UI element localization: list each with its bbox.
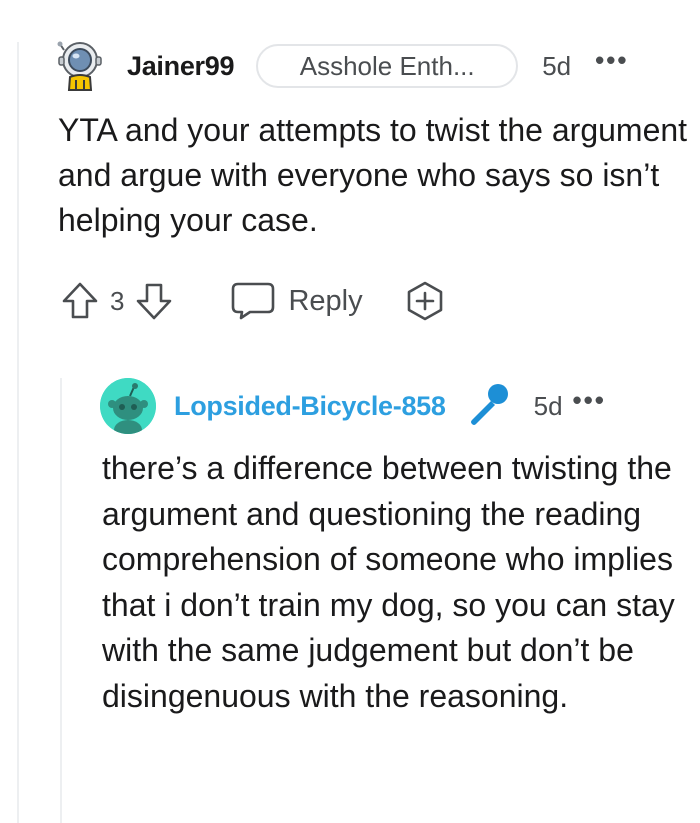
more-options-button[interactable]: ••• [573,387,606,413]
comment-body: YTA and your attempts to twist the argum… [58,112,688,238]
microphone-icon [470,383,508,425]
user-flair: Asshole Enth... [256,44,519,88]
reply-comment-header: Lopsided-Bicycle-858 5d ••• [100,378,606,434]
reply-thread-line[interactable] [60,378,62,823]
user-avatar[interactable] [55,40,105,92]
award-button[interactable] [403,279,447,323]
downvote-button[interactable] [132,279,176,323]
reply-button[interactable]: Reply [230,281,363,321]
comment-actions: 3 Reply [58,278,447,324]
comment-body: there’s a difference between twisting th… [102,450,675,714]
more-options-button[interactable]: ••• [595,47,628,73]
upvote-button[interactable] [58,279,102,323]
downvote-arrow-icon [137,283,172,320]
comment-age: 5d [533,390,563,421]
thread-line[interactable] [17,42,19,823]
upvote-arrow-icon [62,282,98,319]
comment-header: Jainer99 Asshole Enth... 5d ••• [55,40,628,92]
user-avatar[interactable] [100,378,156,434]
snoo-avatar-icon [100,378,156,434]
comment-age: 5d [542,50,572,81]
award-plus-icon [407,281,442,321]
reply-label: Reply [288,284,363,317]
vote-score: 3 [110,285,125,316]
microphone-badge [464,380,512,433]
astronaut-avatar-icon [57,41,102,91]
username[interactable]: Lopsided-Bicycle-858 [174,391,446,422]
username[interactable]: Jainer99 [127,51,234,82]
speech-bubble-icon [232,282,275,320]
